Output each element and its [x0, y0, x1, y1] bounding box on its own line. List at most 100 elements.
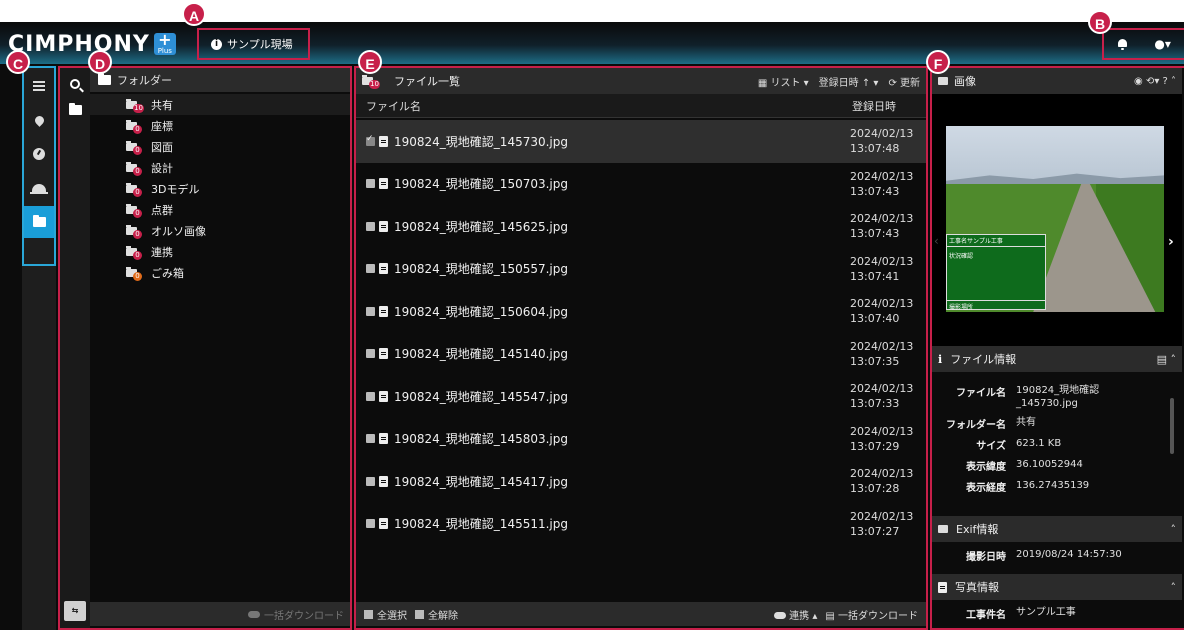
table-row[interactable]: 190824_現地確認_150703.jpg 2024/02/13 13:07:43: [356, 163, 926, 206]
table-row[interactable]: 190824_現地確認_145140.jpg 2024/02/13 13:07:35: [356, 333, 926, 376]
row-checkbox[interactable]: [366, 519, 375, 529]
top-bar: CIMPHONY + Plus i サンプル現場 ●▾: [0, 22, 1184, 64]
photo-sky: [946, 126, 1164, 184]
sort-dropdown[interactable]: 登録日時 ↑ ▾: [819, 74, 879, 89]
folder-item[interactable]: 0 設計: [90, 157, 350, 178]
file-info-actions[interactable]: ▤ ˄: [1157, 353, 1176, 366]
folder-item[interactable]: 0 点群: [90, 199, 350, 220]
row-checkbox[interactable]: [366, 476, 375, 486]
table-row[interactable]: 190824_現地確認_145803.jpg 2024/02/13 13:07:29: [356, 418, 926, 461]
info-icon: i: [938, 352, 943, 366]
photo-preview[interactable]: 工事名サンプル工事 状況確認 撮影場所: [946, 126, 1164, 312]
row-checkbox[interactable]: [366, 391, 375, 401]
link-dropdown[interactable]: 連携 ▴: [773, 607, 817, 622]
folder-icon: 0: [126, 120, 142, 134]
file-info-title: ファイル情報: [950, 353, 1017, 366]
folder-item[interactable]: 0 ごみ箱: [90, 262, 350, 283]
table-row[interactable]: 190824_現地確認_145730.jpg 2024/02/1313:07:48: [356, 120, 926, 163]
prev-image-arrow-icon[interactable]: ‹: [934, 234, 939, 248]
row-checkbox[interactable]: [366, 264, 375, 274]
folder-icon: [68, 103, 82, 115]
folder-item[interactable]: 0 3Dモデル: [90, 178, 350, 199]
image-section-title: 画像: [954, 75, 976, 88]
row-checkbox[interactable]: [366, 179, 375, 189]
marker-c: C: [6, 50, 30, 74]
file-list-header: 10 ファイル一覧 ▦ リスト ▾ 登録日時 ↑ ▾ ⟳ 更新: [356, 68, 926, 94]
folder-item[interactable]: 0 連携: [90, 241, 350, 262]
photo-info-title: 写真情報: [955, 581, 999, 594]
user-menu-button[interactable]: ●▾: [1154, 37, 1171, 51]
panel-toggle-button[interactable]: ⇆: [64, 601, 86, 621]
table-row[interactable]: 190824_現地確認_150604.jpg 2024/02/13 13:07:40: [356, 290, 926, 333]
info-key: フォルダー名: [946, 420, 1006, 431]
deselect-all-button[interactable]: 全解除: [428, 607, 458, 622]
link-label: 連携: [789, 610, 810, 622]
cloud-download-icon: [248, 610, 260, 618]
image-file-icon: [379, 518, 388, 530]
file-name-cell: 190824_現地確認_150703.jpg: [394, 177, 569, 192]
image-file-icon: [379, 220, 388, 232]
folder-tree: 10 共有 0 座標 0 図面 0 設計 0 3Dモデル 0 点群 0 オルソ画像 0 連携 0 ごみ箱: [90, 94, 350, 283]
folder-view-button[interactable]: [64, 100, 86, 120]
sort-label: 登録日時: [818, 77, 859, 89]
folder-bulk-download-button[interactable]: 一括ダウンロード: [264, 607, 344, 622]
next-image-arrow-icon[interactable]: ›: [1168, 234, 1174, 250]
col-registered-date[interactable]: 登録日時: [852, 98, 896, 114]
info-row: サイズ 623.1 KB: [932, 437, 1166, 452]
chevron-up-icon[interactable]: ˄: [1171, 523, 1177, 536]
folder-item[interactable]: 10 共有: [90, 94, 350, 115]
bell-icon[interactable]: [1117, 38, 1128, 50]
marker-b: B: [1088, 10, 1112, 34]
row-checkbox[interactable]: [366, 134, 375, 146]
site-selector[interactable]: i サンプル現場: [197, 28, 310, 60]
time-value: 13:07:43: [850, 184, 900, 198]
date-value: 2024/02/13: [850, 339, 914, 353]
file-table-header: ファイル名 登録日時: [356, 94, 926, 118]
folder-icon: 0: [126, 162, 142, 176]
info-row: 表示緯度 36.10052944: [932, 458, 1166, 473]
date-value: 2024/02/13: [850, 382, 914, 396]
info-key: 撮影日時: [966, 552, 1006, 563]
folder-count-badge: 0: [133, 230, 142, 239]
folder-panel-header: フォルダー: [90, 68, 350, 92]
photo-info-header[interactable]: 写真情報 ˄: [932, 574, 1182, 600]
chevron-up-icon[interactable]: ˄: [1171, 581, 1177, 594]
refresh-button[interactable]: ⟳ 更新: [888, 74, 920, 89]
time-value: 13:07:48: [850, 142, 900, 156]
row-checkbox[interactable]: [366, 221, 375, 231]
file-info-header[interactable]: i ファイル情報 ▤ ˄: [932, 346, 1182, 372]
folder-item[interactable]: 0 図面: [90, 136, 350, 157]
row-checkbox[interactable]: [366, 306, 375, 316]
folder-item[interactable]: 0 座標: [90, 115, 350, 136]
col-file-name[interactable]: ファイル名: [366, 98, 421, 114]
table-row[interactable]: 190824_現地確認_145511.jpg 2024/02/13 13:07:27: [356, 503, 926, 546]
date-value: 2024/02/13: [850, 169, 914, 183]
app-window: CIMPHONY + Plus i サンプル現場 ●▾ フォルダー 10 共有 0 座標…: [0, 22, 1184, 630]
info-row: フォルダー名 共有: [932, 416, 1166, 431]
time-value: 13:07:27: [850, 524, 900, 538]
info-value: 2019/08/24 14:57:30: [1016, 549, 1122, 560]
table-row[interactable]: 190824_現地確認_145547.jpg 2024/02/13 13:07:33: [356, 375, 926, 418]
folder-item[interactable]: 0 オルソ画像: [90, 220, 350, 241]
search-button[interactable]: [64, 74, 86, 94]
file-bulk-download-button[interactable]: ▤ 一括ダウンロード: [825, 607, 918, 622]
table-row[interactable]: 190824_現地確認_145417.jpg 2024/02/13 13:07:28: [356, 460, 926, 503]
table-row[interactable]: 190824_現地確認_150557.jpg 2024/02/13 13:07:41: [356, 248, 926, 291]
exif-header[interactable]: Exif情報 ˄: [932, 516, 1182, 542]
info-key: 工事件名: [966, 610, 1006, 621]
info-value: サンプル工事: [1016, 607, 1076, 618]
image-tools[interactable]: ◉ ⟲▾ ? ˄: [1134, 76, 1176, 87]
view-mode-dropdown[interactable]: ▦ リスト ▾: [758, 74, 809, 89]
folder-item-label: 図面: [151, 140, 173, 154]
file-list-footer: 全選択 全解除 連携 ▴ ▤ 一括ダウンロード: [356, 602, 926, 626]
registered-date-cell: 2024/02/13 13:07:43: [850, 211, 916, 241]
folder-item-label: 共有: [151, 98, 173, 112]
board-body: 状況確認: [947, 247, 1045, 301]
row-checkbox[interactable]: [366, 434, 375, 444]
logo-badge-label: Plus: [157, 47, 172, 55]
row-checkbox[interactable]: [366, 349, 375, 359]
select-all-button[interactable]: 全選択: [377, 607, 407, 622]
table-row[interactable]: 190824_現地確認_145625.jpg 2024/02/13 13:07:43: [356, 205, 926, 248]
folder-icon: 0: [126, 246, 142, 260]
detail-scrollbar[interactable]: [1170, 398, 1174, 454]
